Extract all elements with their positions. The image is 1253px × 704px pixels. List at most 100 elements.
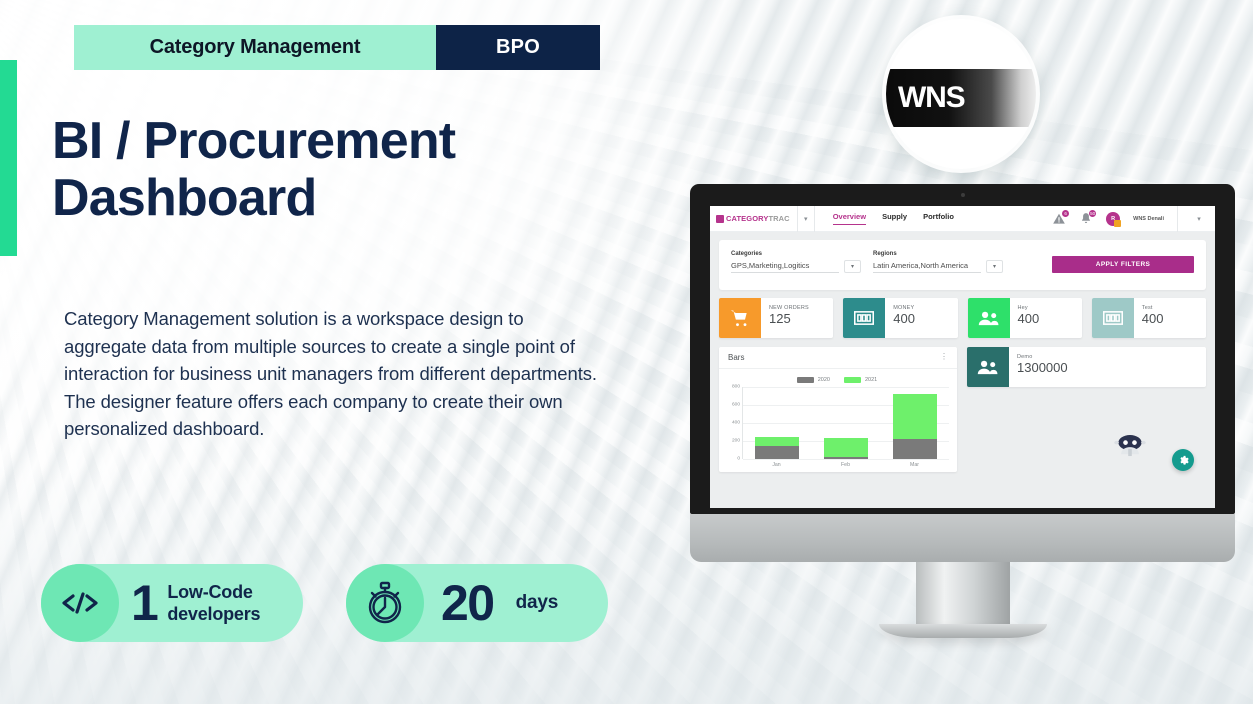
app-nav: Overview Supply Portfolio [832, 212, 954, 225]
bar-segment [823, 438, 868, 458]
monitor-mockup: CATEGORYTRAC ▾ Overview Supply Portfolio… [690, 184, 1235, 638]
stat-label-line1: Low-Code [167, 581, 253, 602]
stat-label-developers: Low-Code developers [167, 581, 260, 626]
kpi-value: 400 [893, 311, 915, 326]
regions-field: Regions Latin America,North America ▾ [873, 251, 1003, 273]
bell-badge: 50 [1089, 209, 1097, 217]
empty-panel [967, 387, 1206, 479]
people-icon [967, 347, 1009, 387]
alert-badge: 6 [1062, 209, 1070, 217]
wns-logo-band: WNS [886, 69, 1036, 127]
kpi-value: 400 [1141, 311, 1164, 326]
chart-title: Bars [728, 353, 745, 362]
alert-icon[interactable]: 6 [1052, 209, 1070, 226]
kpi-card-demo[interactable]: Demo 1300000 [967, 347, 1206, 387]
settings-fab-button[interactable] [1172, 449, 1194, 471]
chart-plot: 0 200 400 600 800 [725, 384, 949, 462]
kpi-card-new-orders[interactable]: NEW ORDERS 125 [719, 298, 834, 338]
legend-item-2020: 2020 [796, 377, 830, 383]
kpi-value: 1300000 [1017, 360, 1068, 375]
bell-icon[interactable]: 50 [1079, 209, 1097, 226]
right-column: Demo 1300000 [967, 347, 1206, 479]
money-icon [1091, 298, 1134, 338]
app-topbar: CATEGORYTRAC ▾ Overview Supply Portfolio… [710, 206, 1215, 232]
x-axis: Jan Feb Mar [742, 459, 949, 468]
webcam-icon [960, 193, 965, 197]
stat-pill-developers: 1 Low-Code developers [41, 564, 303, 642]
categories-input[interactable]: GPS,Marketing,Logitics [731, 261, 839, 273]
avatar[interactable]: R [1106, 211, 1122, 227]
user-chevron-down-icon[interactable]: ▾ [1191, 215, 1207, 223]
app-actions: 6 50 R WNS Denali ▾ [1052, 206, 1209, 232]
wns-logo-text: WNS [898, 81, 966, 114]
y-axis-tick: 800 [731, 384, 740, 390]
tab-overview[interactable]: Overview [832, 212, 867, 225]
kpi-card-test[interactable]: Test 400 [1091, 298, 1206, 338]
slide-root: Category Management BPO BI / Procurement… [0, 0, 1253, 704]
x-axis-tick: Mar [910, 462, 919, 468]
monitor-chin [690, 514, 1235, 562]
app-logo[interactable]: CATEGORYTRAC [716, 214, 797, 223]
kpi-card-money[interactable]: MONEY 400 [843, 298, 958, 338]
y-axis-tick: 0 [737, 456, 740, 462]
kpi-card-hey[interactable]: Hey 400 [967, 298, 1082, 338]
bar-group[interactable] [755, 387, 800, 459]
categories-label: Categories [731, 251, 763, 257]
tag-bpo: BPO [436, 25, 600, 70]
y-axis: 0 200 400 600 800 [725, 384, 742, 462]
categories-chevron-down-icon[interactable]: ▾ [844, 260, 861, 273]
y-axis-tick: 400 [731, 420, 740, 426]
apply-filters-button[interactable]: APPLY FILTERS [1052, 256, 1194, 273]
tag-category-management: Category Management [74, 25, 436, 70]
bar-segment [892, 393, 937, 439]
app-logo-text: CATEGORYTRAC [726, 214, 790, 223]
legend-item-2021: 2021 [844, 377, 877, 383]
content-row: Bars ⋮ 2020 2021 0 200 400 600 800 Jan F… [719, 347, 1206, 479]
legend-label: 2021 [865, 377, 878, 383]
avatar-status-chip [1114, 219, 1122, 227]
tab-portfolio[interactable]: Portfolio [923, 212, 954, 225]
regions-label: Regions [873, 251, 897, 257]
bars-chart-card: Bars ⋮ 2020 2021 0 200 400 600 800 Jan F… [719, 347, 957, 472]
app-logo-mark [716, 214, 724, 223]
left-accent-bar [0, 60, 17, 256]
monitor-bezel: CATEGORYTRAC ▾ Overview Supply Portfolio… [690, 184, 1235, 514]
filters-panel: Categories GPS,Marketing,Logitics ▾ Regi… [719, 240, 1206, 290]
bar-segment [892, 438, 937, 459]
chatbot-icon[interactable] [1112, 431, 1148, 465]
divider [1177, 206, 1178, 232]
bar-group[interactable] [892, 387, 937, 459]
wns-logo: WNS [886, 19, 1036, 169]
code-icon [41, 564, 119, 642]
workspace-chevron-down-icon[interactable]: ▾ [798, 215, 814, 223]
stat-pill-days: 20 days [346, 564, 608, 642]
regions-chevron-down-icon[interactable]: ▾ [986, 260, 1003, 273]
page-title: BI / Procurement Dashboard [52, 112, 456, 228]
divider [813, 206, 815, 232]
cart-icon [719, 298, 761, 338]
stat-number-developers: 1 [131, 575, 159, 631]
stopwatch-icon [346, 564, 424, 642]
money-icon [843, 298, 886, 338]
plot-area [742, 387, 949, 460]
legend-label: 2020 [817, 377, 830, 383]
monitor-stand-neck [915, 562, 1010, 624]
kpi-value: 125 [769, 311, 791, 326]
bar-group[interactable] [823, 387, 868, 459]
regions-input[interactable]: Latin America,North America [873, 261, 981, 273]
people-icon [967, 298, 1010, 338]
tag-row: Category Management BPO [74, 25, 600, 70]
bar-segment [823, 457, 868, 459]
kpi-row: NEW ORDERS 125 MONEY 400 Hey 400 Test 40… [719, 298, 1206, 338]
legend-swatch [844, 377, 861, 383]
y-axis-tick: 200 [731, 438, 740, 444]
chart-header: Bars ⋮ [719, 347, 957, 369]
kpi-value: 400 [1017, 311, 1040, 326]
more-options-icon[interactable]: ⋮ [940, 353, 948, 361]
tab-supply[interactable]: Supply [882, 212, 907, 225]
gridline [743, 459, 949, 460]
user-label: WNS Denali [1133, 215, 1164, 222]
stat-label-days: days [515, 592, 559, 614]
legend-swatch [796, 377, 814, 383]
stat-number-days: 20 [441, 575, 495, 631]
